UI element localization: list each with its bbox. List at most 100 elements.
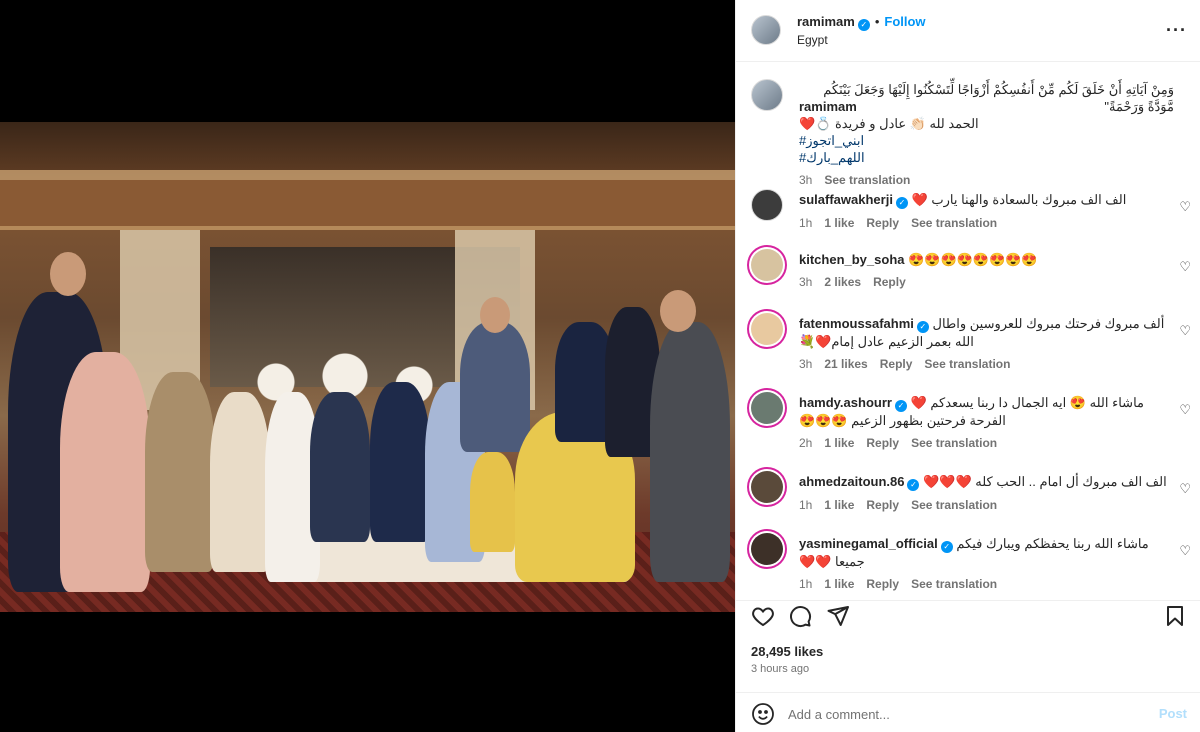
post-comment-button[interactable]: Post [1159,706,1187,721]
post-photo[interactable] [0,122,735,612]
caption-body: وَمِنْ آيَاتِهِ أَنْ خَلَقَ لَكُم مِّنْ … [799,81,1174,189]
comment-like-heart-icon[interactable]: ♡ [1179,481,1191,497]
reply-button[interactable]: Reply [866,577,899,591]
see-translation-button[interactable]: See translation [911,577,997,591]
reply-button[interactable]: Reply [873,275,906,289]
comment-meta: 2h 1 like Reply See translation [799,435,1174,452]
comment-text: الف الف مبروك بالسعادة والهنا يارب ❤️ [911,192,1127,207]
caption-time[interactable]: 3h [799,173,812,187]
emoji-icon[interactable] [751,702,775,726]
comment-username[interactable]: fatenmoussafahmi [799,316,914,331]
caption-meta: 3h See translation [799,172,1174,189]
comment-like-heart-icon[interactable]: ♡ [1179,323,1191,339]
verified-badge-icon: ✓ [895,197,908,209]
commenter-avatar[interactable] [751,313,783,345]
photo-person [310,392,370,542]
post-timestamp[interactable]: 3 hours ago [751,663,809,675]
reply-button[interactable]: Reply [866,216,899,230]
photo-person [470,452,515,552]
caption-text-line1: وَمِنْ آيَاتِهِ أَنْ خَلَقَ لَكُم مِّنْ … [823,82,1174,114]
comment-likes[interactable]: 1 like [824,216,854,230]
caption-hashtag[interactable]: #اللهم_بارك [799,150,865,165]
see-translation-button[interactable]: See translation [911,436,997,450]
caption-avatar[interactable] [751,79,783,111]
commenter-avatar[interactable] [751,471,783,503]
comment-body: yasminegamal_official ✓ ماشاء الله ربنا ي… [799,535,1174,593]
see-translation-button[interactable]: See translation [924,357,1010,371]
likes-count[interactable]: 28,495 likes [751,644,823,659]
verified-badge-icon: ✓ [894,400,907,412]
comment-likes[interactable]: 21 likes [824,357,867,371]
comments-list[interactable]: وَمِنْ آيَاتِهِ أَنْ خَلَقَ لَكُم مِّنْ … [736,63,1200,600]
post-location[interactable]: Egypt [797,33,828,47]
commenter-avatar[interactable] [751,392,783,424]
follow-button[interactable]: Follow [884,14,925,29]
commenter-avatar[interactable] [751,249,783,281]
comment-input[interactable] [788,703,1128,725]
photo-person-head [660,290,696,332]
comment-like-heart-icon[interactable]: ♡ [1179,199,1191,215]
heart-icon[interactable] [751,604,775,628]
photo-cabinet [0,180,735,230]
post-side-panel: ramimam ✓ • Follow Egypt ··· وَمِنْ آيَاتِه… [735,0,1200,732]
reply-button[interactable]: Reply [880,357,913,371]
comment-like-heart-icon[interactable]: ♡ [1179,543,1191,559]
comment-likes[interactable]: 1 like [824,498,854,512]
post-media-panel [0,0,735,732]
post-header: ramimam ✓ • Follow Egypt ··· [736,0,1200,62]
photo-person [460,322,530,452]
comment-username[interactable]: ahmedzaitoun.86 [799,474,904,489]
comment-likes[interactable]: 1 like [824,577,854,591]
comment-username[interactable]: sulaffawakherji [799,192,893,207]
comment-likes[interactable]: 1 like [824,436,854,450]
verified-badge-icon: ✓ [916,321,929,333]
verified-badge-icon: ✓ [907,479,920,491]
share-icon[interactable] [826,604,850,628]
commenter-avatar[interactable] [751,189,783,221]
comment-time[interactable]: 1h [799,498,812,512]
see-translation-button[interactable]: See translation [824,173,910,187]
reply-button[interactable]: Reply [866,498,899,512]
author-line: ramimam ✓ • Follow [797,14,926,31]
comment-meta: 1h 1 like Reply See translation [799,215,1174,232]
comment-time[interactable]: 1h [799,216,812,230]
comment-time[interactable]: 1h [799,577,812,591]
comment-meta: 1h 1 like Reply See translation [799,576,1174,593]
verified-badge-icon: ✓ [857,19,870,31]
see-translation-button[interactable]: See translation [911,216,997,230]
photo-person [145,372,215,572]
author-username[interactable]: ramimam [797,14,855,29]
comment-time[interactable]: 3h [799,357,812,371]
comment-body: fatenmoussafahmi ✓ ألف مبروك فرحتك مبروك … [799,315,1174,373]
comment-icon[interactable] [788,604,812,628]
caption-username[interactable]: ramimam [799,98,857,115]
bookmark-icon[interactable] [1163,604,1187,628]
comment-username[interactable]: hamdy.ashourr [799,395,892,410]
post-actions: 28,495 likes 3 hours ago [736,600,1200,690]
comment-username[interactable]: yasminegamal_official [799,536,938,551]
comment-meta: 3h 2 likes Reply [799,274,1174,291]
photo-person [210,392,270,572]
caption-hashtag[interactable]: #ابني_اتجوز [799,133,864,148]
verified-badge-icon: ✓ [940,541,953,553]
comment-time[interactable]: 3h [799,275,812,289]
commenter-avatar[interactable] [751,533,783,565]
see-translation-button[interactable]: See translation [911,498,997,512]
reply-button[interactable]: Reply [866,436,899,450]
comment-body: hamdy.ashourr ✓ ماشاء الله 😍 ايه الجمال د… [799,394,1174,452]
comment-body: sulaffawakherji ✓ الف الف مبروك بالسعادة … [799,191,1174,232]
comment-time[interactable]: 2h [799,436,812,450]
comment-username[interactable]: kitchen_by_soha [799,252,905,267]
comment-like-heart-icon[interactable]: ♡ [1179,259,1191,275]
comment-text: 😍😍😍😍😍😍😍😍 [908,252,1038,267]
photo-person [650,322,730,582]
photo-person-head [480,297,510,333]
comment-text: الف الف مبروك أل امام .. الحب كله ❤️❤️❤️ [923,474,1167,489]
comment-composer: Post [736,692,1200,732]
author-avatar[interactable] [751,15,781,45]
more-options-icon[interactable]: ··· [1166,20,1187,41]
photo-person [60,352,150,592]
comment-likes[interactable]: 2 likes [824,275,861,289]
comment-body: ahmedzaitoun.86 ✓ الف الف مبروك أل امام .… [799,473,1174,514]
comment-like-heart-icon[interactable]: ♡ [1179,402,1191,418]
